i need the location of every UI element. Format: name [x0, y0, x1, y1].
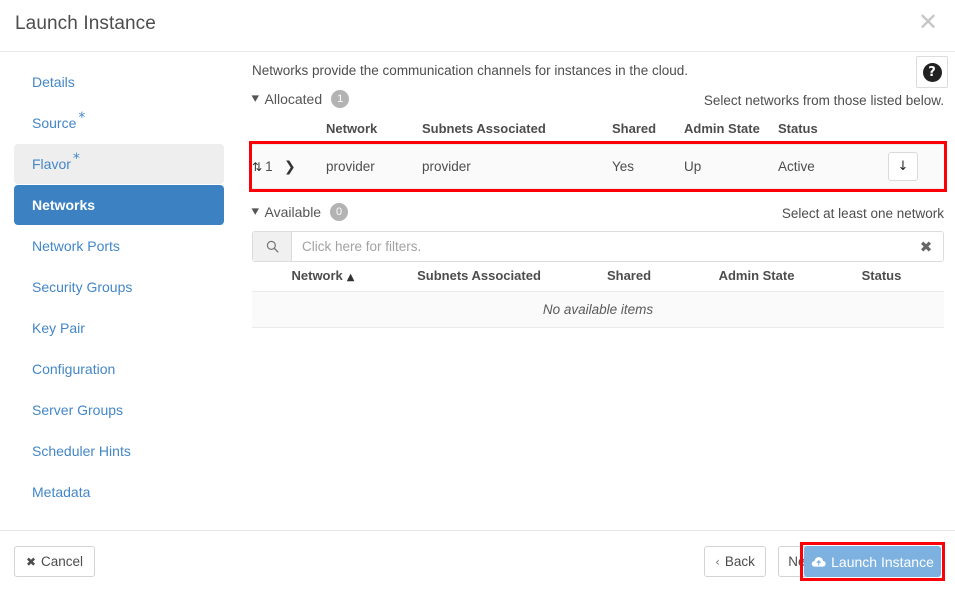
- cancel-label: Cancel: [41, 554, 84, 569]
- table-header-row: Network ▲ Subnets Associated Shared Admin…: [252, 262, 944, 292]
- sidebar-item-source[interactable]: Source *: [14, 103, 224, 143]
- cell-network: provider: [326, 144, 422, 189]
- launch-label: Launch Instance: [831, 553, 934, 570]
- cloud-upload-icon: [811, 556, 826, 568]
- sidebar-item-label: Security Groups: [32, 279, 133, 295]
- cell-order: ⇅ 1: [252, 144, 284, 189]
- required-marker: *: [78, 110, 86, 127]
- row-order-value: 1: [265, 159, 273, 174]
- cell-expand[interactable]: ❯: [284, 144, 326, 189]
- col-network: Network: [326, 121, 378, 136]
- cell-shared: Yes: [612, 144, 684, 189]
- available-toggle[interactable]: ▾ Available 0: [251, 202, 349, 221]
- sidebar-item-flavor[interactable]: Flavor *: [14, 144, 224, 184]
- chevron-right-icon[interactable]: ❯: [284, 159, 296, 175]
- cell-status: Active: [778, 144, 888, 189]
- empty-state-row: No available items: [252, 291, 944, 328]
- col-shared: Shared: [612, 121, 657, 136]
- allocated-label: Allocated: [264, 90, 323, 107]
- available-count-badge: 0: [330, 202, 349, 221]
- col-network[interactable]: Network ▲: [252, 262, 394, 292]
- col-admin-state[interactable]: Admin State: [694, 262, 819, 292]
- allocated-table: ⇅ 1 ❯ provider provider Yes Up Active ↓: [252, 144, 944, 189]
- col-spacer-1: [252, 115, 284, 144]
- cell-admin-state: Up: [684, 144, 778, 189]
- allocated-table-wrapper: ⇅ 1 ❯ provider provider Yes Up Active ↓: [249, 141, 947, 192]
- search-input[interactable]: [292, 232, 909, 261]
- back-label: Back: [724, 554, 755, 569]
- chevron-left-icon: ‹: [715, 554, 720, 569]
- clear-icon[interactable]: ✖: [909, 232, 943, 261]
- required-marker: *: [72, 151, 80, 168]
- wizard-sidebar: Details Source * Flavor * Networks Network…: [0, 52, 238, 513]
- launch-instance-modal: Launch Instance ✕ Details Source * Flavor…: [0, 0, 955, 592]
- help-glyph: ?: [922, 62, 942, 82]
- allocated-table-header: Network Subnets Associated Shared Admin …: [252, 115, 944, 144]
- sidebar-item-label: Details: [32, 74, 75, 90]
- col-status[interactable]: Status: [819, 262, 944, 292]
- modal-body: Details Source * Flavor * Networks Network…: [0, 52, 955, 530]
- cancel-button[interactable]: ✖ Cancel: [14, 546, 95, 577]
- sidebar-item-label: Networks: [32, 197, 96, 213]
- sidebar-item-security-groups[interactable]: Security Groups: [14, 267, 224, 307]
- col-status: Status: [778, 121, 818, 136]
- empty-state-message: No available items: [252, 291, 944, 328]
- table-row[interactable]: ⇅ 1 ❯ provider provider Yes Up Active ↓: [252, 144, 944, 189]
- sidebar-item-configuration[interactable]: Configuration: [14, 349, 224, 389]
- sidebar-item-label: Configuration: [32, 361, 116, 377]
- sidebar-item-key-pair[interactable]: Key Pair: [14, 308, 224, 348]
- allocated-toggle[interactable]: ▾ Allocated 1: [251, 89, 350, 108]
- modal-header: Launch Instance ✕: [0, 0, 955, 52]
- col-subnets-associated: Subnets Associated: [422, 121, 546, 136]
- available-hint: Select at least one network: [781, 206, 944, 221]
- available-label: Available: [264, 203, 322, 220]
- sidebar-item-label: Network Ports: [32, 238, 120, 254]
- available-table: Network ▲ Subnets Associated Shared Admin…: [252, 262, 944, 328]
- close-icon[interactable]: ✕: [915, 10, 941, 36]
- sidebar-item-server-groups[interactable]: Server Groups: [14, 390, 224, 430]
- help-circle-icon[interactable]: ?: [916, 56, 948, 88]
- close-icon: ✖: [25, 554, 37, 569]
- allocated-count-badge: 1: [331, 89, 350, 108]
- sidebar-item-scheduler-hints[interactable]: Scheduler Hints: [14, 431, 224, 471]
- col-spacer-2: [284, 115, 326, 144]
- sidebar-item-label: Flavor: [32, 156, 71, 172]
- sidebar-item-metadata[interactable]: Metadata: [14, 472, 224, 512]
- back-button[interactable]: ‹ Back: [704, 546, 766, 577]
- chevron-down-icon: ▾: [251, 204, 260, 219]
- allocated-section-header: ▾ Allocated 1 Select networks from those…: [252, 89, 944, 115]
- cell-action: ↓: [888, 144, 944, 189]
- chevron-down-icon: ▾: [251, 91, 260, 106]
- modal-footer: ✖ Cancel ‹ Back Next › Launch Instance: [0, 530, 955, 592]
- networks-panel: Networks provide the communication chann…: [249, 52, 948, 328]
- sidebar-item-label: Metadata: [32, 484, 91, 500]
- available-section-header: ▾ Available 0 Select at least one networ…: [252, 202, 944, 228]
- col-network-label: Network: [291, 268, 343, 283]
- sidebar-item-label: Source: [32, 115, 77, 131]
- page-title: Launch Instance: [15, 13, 156, 34]
- col-subnets-associated[interactable]: Subnets Associated: [394, 262, 564, 292]
- sidebar-item-label: Scheduler Hints: [32, 443, 131, 459]
- sort-ascending-icon: ▲: [346, 272, 355, 283]
- filter-bar: ✖: [252, 231, 944, 262]
- launch-instance-button[interactable]: Launch Instance: [804, 546, 941, 577]
- search-icon[interactable]: [253, 232, 292, 261]
- sidebar-item-network-ports[interactable]: Network Ports: [14, 226, 224, 266]
- arrow-down-icon[interactable]: ↓: [888, 152, 918, 181]
- cell-subnets: provider: [422, 144, 612, 189]
- col-shared[interactable]: Shared: [564, 262, 694, 292]
- col-actions: [888, 115, 944, 144]
- table-header-row: Network Subnets Associated Shared Admin …: [252, 115, 944, 144]
- panel-description: Networks provide the communication chann…: [252, 63, 688, 78]
- allocated-hint: Select networks from those listed below.: [703, 93, 944, 108]
- sidebar-item-label: Key Pair: [32, 320, 85, 336]
- col-admin-state: Admin State: [684, 121, 760, 136]
- drag-handle-icon[interactable]: ⇅: [252, 160, 262, 174]
- sidebar-item-details[interactable]: Details: [14, 62, 224, 102]
- sidebar-item-networks[interactable]: Networks: [14, 185, 224, 225]
- sidebar-item-label: Server Groups: [32, 402, 124, 418]
